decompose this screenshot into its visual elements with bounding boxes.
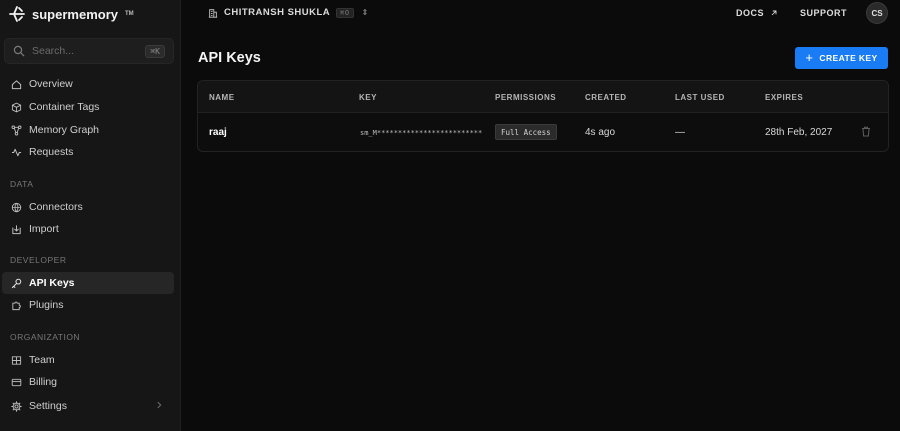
- column-header-name: NAME: [209, 93, 235, 102]
- home-icon: [11, 79, 22, 89]
- sidebar-item-label: Billing: [29, 376, 58, 388]
- key-icon: [11, 278, 22, 288]
- building-icon: [208, 8, 218, 18]
- sidebar-item-requests[interactable]: Requests: [2, 141, 174, 163]
- sidebar-item-memory-graph[interactable]: Memory Graph: [2, 119, 174, 141]
- activity-icon: [11, 148, 22, 156]
- sidebar: supermemory TM Search... ⌘K Overview Cont…: [0, 0, 181, 431]
- create-key-button[interactable]: + CREATE KEY: [795, 47, 888, 69]
- box-icon: [11, 102, 22, 112]
- table-header: NAME KEY PERMISSIONS CREATED LAST USED E…: [198, 81, 888, 113]
- created-value: 4s ago: [585, 127, 616, 138]
- sidebar-item-api-keys[interactable]: API Keys: [2, 272, 174, 294]
- section-label-organization: ORGANIZATION: [10, 332, 81, 342]
- gear-icon: [11, 400, 22, 412]
- create-key-label: CREATE KEY: [819, 53, 878, 63]
- support-label: SUPPORT: [800, 8, 848, 18]
- sidebar-item-connectors[interactable]: Connectors: [2, 196, 174, 218]
- sidebar-item-team[interactable]: Team: [2, 349, 174, 371]
- key-name: raaj: [209, 127, 227, 138]
- table-row[interactable]: raaj sm_M*******************************…: [198, 113, 888, 151]
- expires-value: 28th Feb, 2027: [765, 127, 833, 138]
- import-icon: [12, 224, 21, 234]
- globe-icon: [11, 202, 22, 212]
- plus-icon: +: [805, 50, 814, 65]
- sidebar-item-import[interactable]: Import: [2, 218, 174, 240]
- team-icon: [11, 355, 22, 365]
- column-header-expires: EXPIRES: [765, 93, 804, 102]
- page-title: API Keys: [198, 50, 261, 66]
- external-link-icon: [771, 10, 777, 16]
- search-placeholder: Search...: [32, 45, 75, 57]
- sidebar-item-container-tags[interactable]: Container Tags: [2, 96, 174, 118]
- column-header-key: KEY: [359, 93, 377, 102]
- brand-logo[interactable]: supermemory TM: [8, 5, 134, 23]
- sidebar-item-billing[interactable]: Billing: [2, 371, 174, 393]
- key-value[interactable]: sm_M************************************: [360, 129, 482, 137]
- sidebar-item-label: Team: [29, 354, 55, 366]
- sidebar-item-label: Overview: [29, 78, 73, 90]
- search-shortcut: ⌘K: [145, 44, 165, 58]
- sidebar-item-label: Settings: [29, 400, 67, 412]
- sidebar-item-label: Plugins: [29, 299, 64, 311]
- api-keys-table: NAME KEY PERMISSIONS CREATED LAST USED E…: [197, 80, 889, 152]
- sidebar-item-label: Container Tags: [29, 101, 100, 113]
- brand-name: supermemory: [32, 6, 118, 22]
- org-name: CHITRANSH SHUKLA: [224, 7, 331, 18]
- sidebar-item-settings[interactable]: Settings: [2, 395, 174, 417]
- sidebar-item-plugins[interactable]: Plugins: [2, 294, 174, 316]
- avatar[interactable]: CS: [866, 2, 888, 24]
- chevron-right-icon: [157, 401, 162, 409]
- trash-icon[interactable]: [861, 126, 871, 137]
- permissions-badge: Full Access: [495, 124, 557, 140]
- sidebar-item-label: Import: [29, 223, 59, 235]
- org-shortcut: ⌘O: [336, 7, 354, 18]
- org-switcher[interactable]: CHITRANSH SHUKLA ⌘O ⇕: [208, 7, 369, 18]
- search-icon: [13, 45, 25, 57]
- search-input[interactable]: Search... ⌘K: [4, 38, 174, 64]
- graph-icon: [11, 125, 22, 135]
- sidebar-item-overview[interactable]: Overview: [2, 73, 174, 95]
- puzzle-icon: [12, 301, 21, 310]
- sidebar-item-label: Connectors: [29, 201, 83, 213]
- section-label-developer: DEVELOPER: [10, 255, 67, 265]
- support-link[interactable]: SUPPORT: [800, 8, 847, 18]
- supermemory-logo-icon: [9, 6, 25, 22]
- column-header-created: CREATED: [585, 93, 627, 102]
- sidebar-item-label: Requests: [29, 146, 74, 158]
- card-icon: [11, 378, 22, 386]
- docs-label: DOCS: [736, 8, 765, 18]
- docs-link[interactable]: DOCS: [736, 8, 778, 18]
- top-bar: CHITRANSH SHUKLA ⌘O ⇕ DOCS SUPPORT CS: [181, 0, 900, 26]
- sidebar-item-label: Memory Graph: [29, 124, 100, 136]
- column-header-permissions: PERMISSIONS: [495, 93, 557, 102]
- column-header-last-used: LAST USED: [675, 93, 725, 102]
- app-window: supermemory TM Search... ⌘K Overview Cont…: [0, 0, 900, 431]
- sidebar-item-label: API Keys: [29, 277, 75, 289]
- last-used-value: —: [675, 127, 685, 138]
- brand-trademark: TM: [124, 11, 134, 17]
- chevron-up-down-icon: ⇕: [361, 8, 369, 17]
- section-label-data: DATA: [10, 179, 34, 189]
